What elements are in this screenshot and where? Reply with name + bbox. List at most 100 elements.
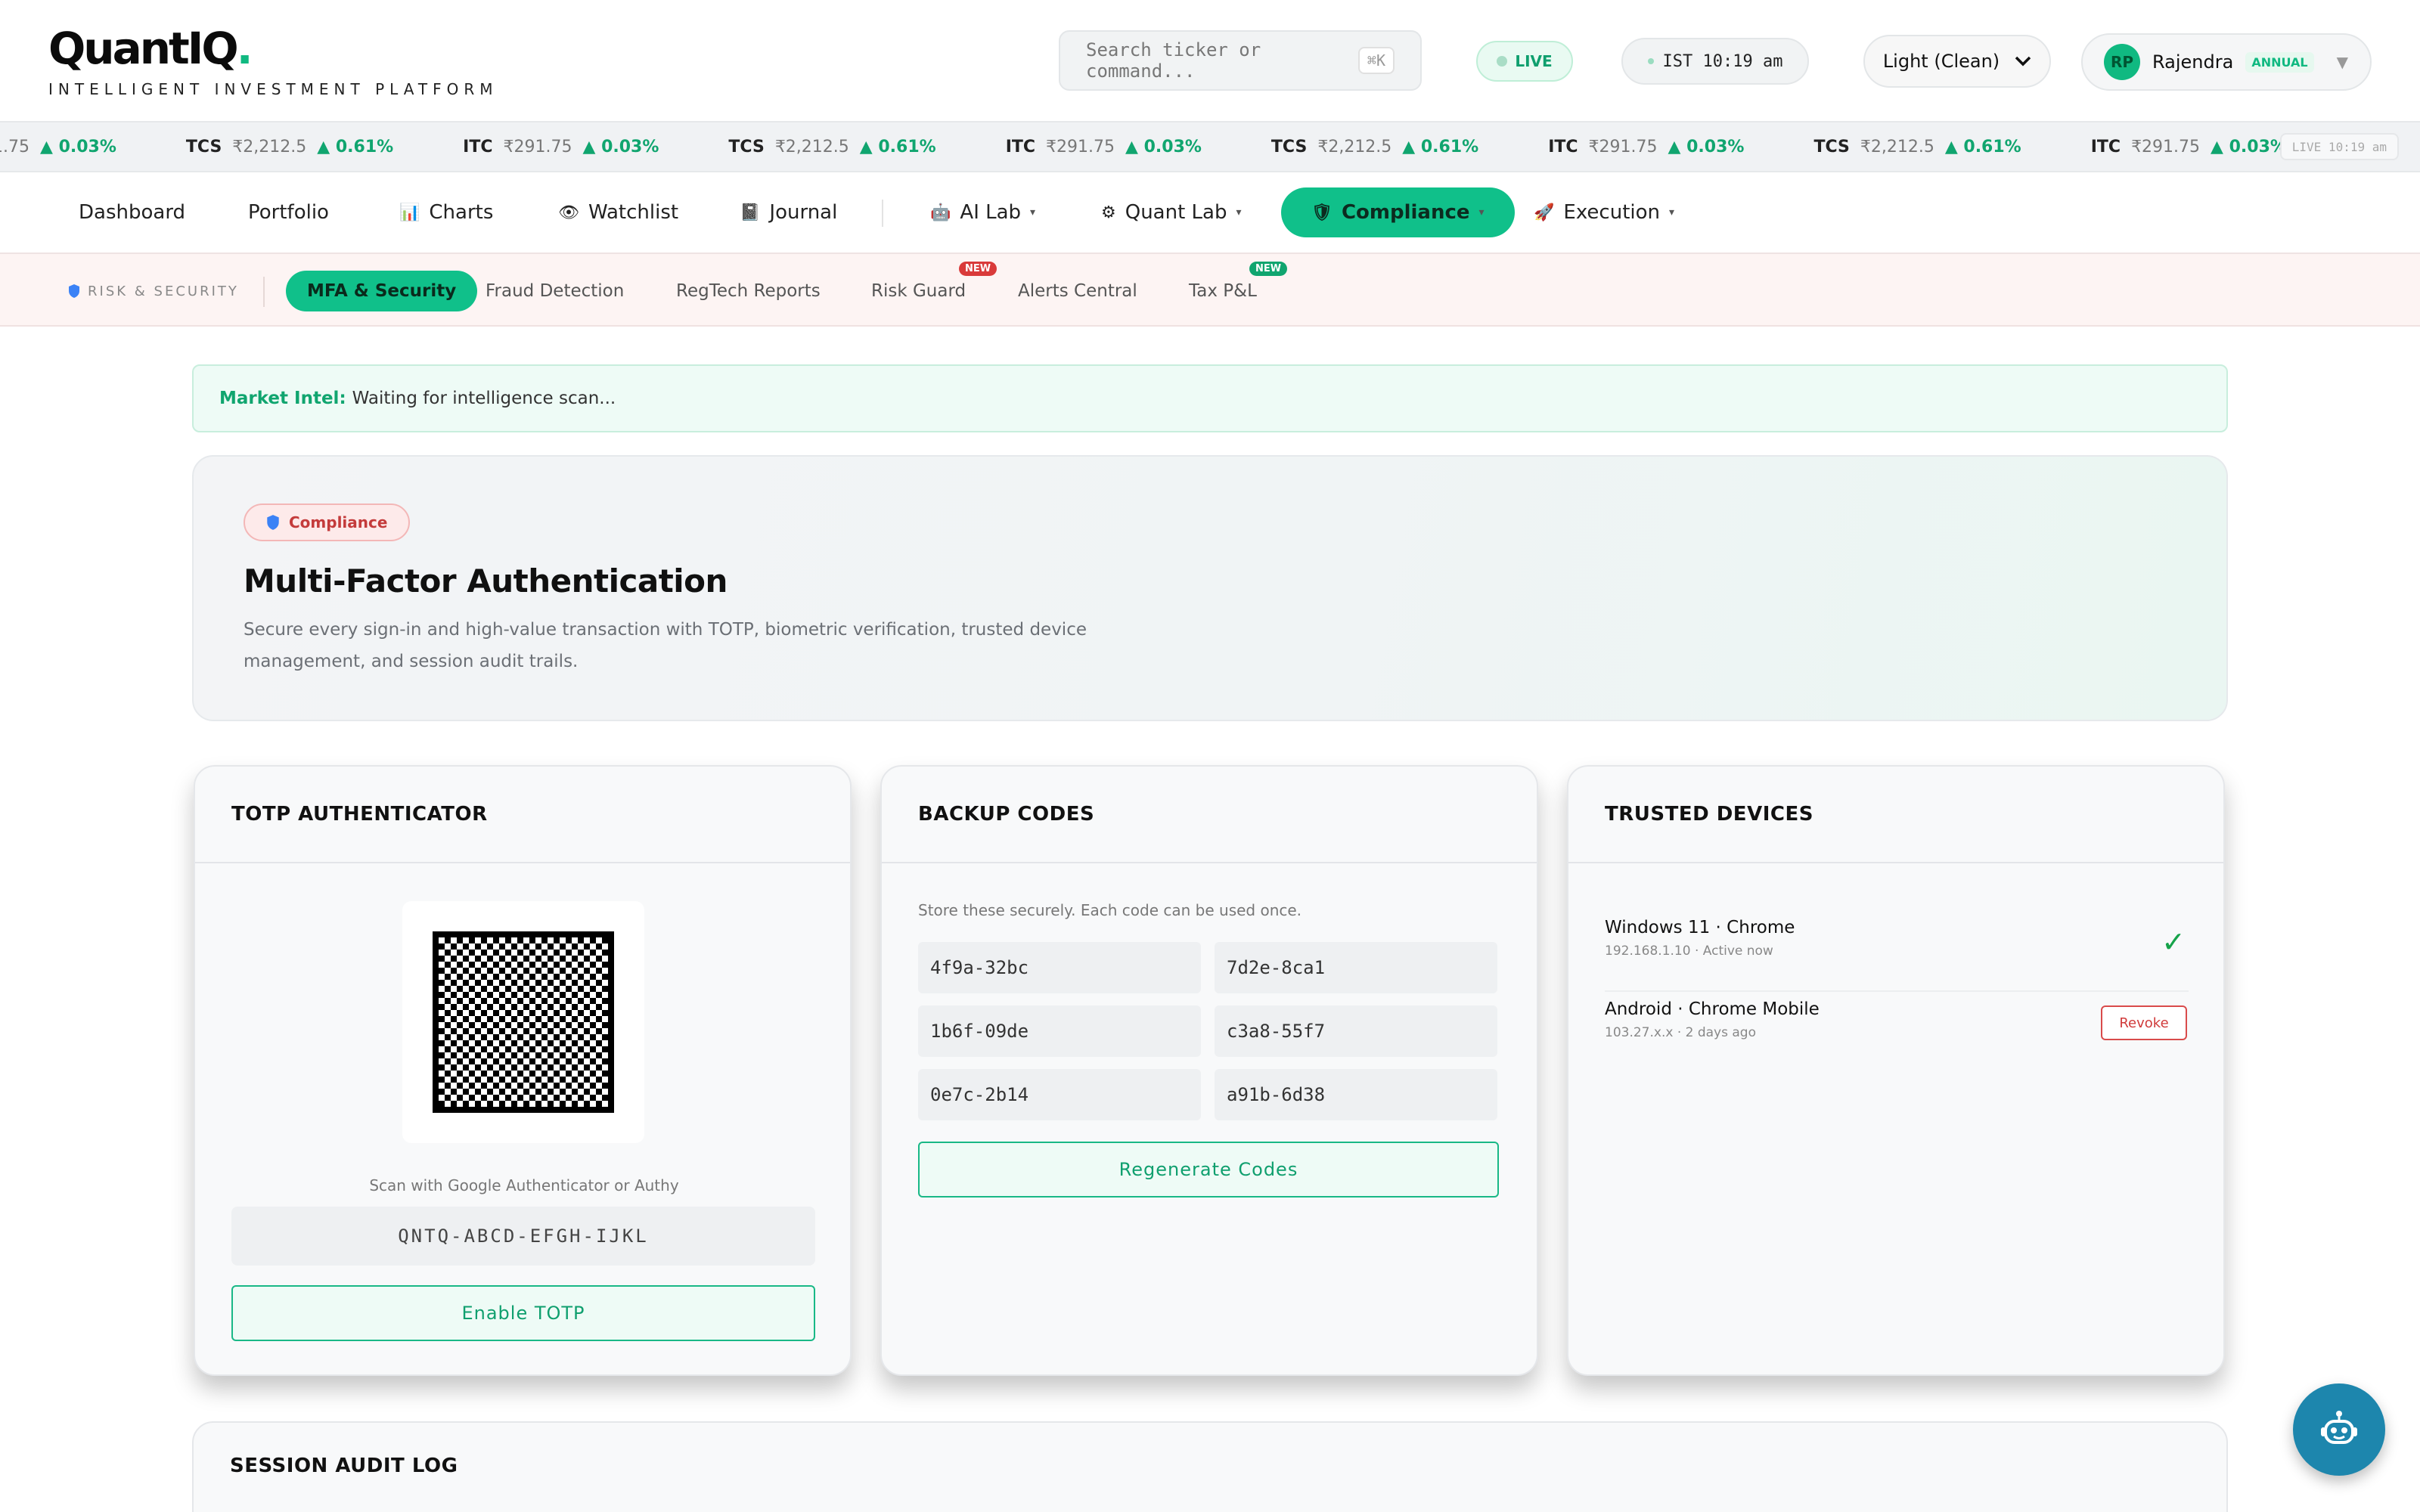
card-title: SESSION AUDIT LOG <box>230 1455 458 1477</box>
regenerate-codes-button[interactable]: Regenerate Codes <box>918 1142 1499 1198</box>
search-placeholder: Search ticker or command... <box>1086 39 1261 82</box>
chart-icon: 📊 <box>399 203 420 222</box>
ticker-item[interactable]: ITC ₹291.75 ▲ 0.03% <box>463 138 659 156</box>
caret-icon: ▾ <box>1478 206 1485 218</box>
rocket-icon: 🚀 <box>1534 203 1555 222</box>
nav-label: AI Lab <box>960 201 1022 224</box>
tab-regtech-reports[interactable]: RegTech Reports <box>676 271 821 311</box>
ticker-item[interactable]: ITC ₹291.75 ▲ 0.03% <box>1548 138 1744 156</box>
backup-code[interactable]: 4f9a-32bc <box>918 942 1201 993</box>
ticker-symbol: TCS <box>728 137 765 156</box>
ticker-item[interactable]: TCS ₹2,212.5 ▲ 0.61% <box>728 138 935 156</box>
tab-label: RegTech Reports <box>676 281 821 301</box>
ticker-change: ▲ 0.03% <box>1125 137 1202 156</box>
backup-code[interactable]: 1b6f-09de <box>918 1005 1201 1057</box>
backup-code[interactable]: a91b-6d38 <box>1215 1069 1497 1120</box>
backup-code[interactable]: 0e7c-2b14 <box>918 1069 1201 1120</box>
market-ticker: 91.75 ▲ 0.03% TCS ₹2,212.5 ▲ 0.61% ITC ₹291.75… <box>0 121 2420 172</box>
ticker-change: ▲ 0.03% <box>1668 137 1745 156</box>
card-title: TRUSTED DEVICES <box>1568 767 2223 863</box>
subnav-section-text: RISK & SECURITY <box>88 283 239 299</box>
nav-journal[interactable]: 📓 Journal <box>737 187 840 237</box>
nav-label: Quant Lab <box>1125 201 1227 224</box>
tab-label: Alerts Central <box>1018 281 1137 301</box>
theme-select[interactable]: Light (Clean) <box>1863 35 2051 88</box>
subnav-section-label: RISK & SECURITY <box>68 271 239 311</box>
nav-quant-lab[interactable]: ⚙ Quant Lab ▾ <box>1098 187 1245 237</box>
ticker-item[interactable]: ITC ₹291.75 ▲ 0.03% <box>2091 138 2287 156</box>
main-nav: Dashboard Portfolio 📊 Charts 👁 Watchlist 📓… <box>0 172 2420 254</box>
backup-code[interactable]: 7d2e-8ca1 <box>1215 942 1497 993</box>
gear-icon: ⚙ <box>1101 203 1116 222</box>
live-label: LIVE <box>1515 52 1553 70</box>
ticker-symbol: ITC <box>1548 137 1578 156</box>
totp-secret[interactable]: QNTQ-ABCD-EFGH-IJKL <box>231 1207 815 1266</box>
live-dot-icon <box>1497 56 1508 67</box>
nav-divider <box>882 200 883 227</box>
page-title: Multi-Factor Authentication <box>244 562 728 600</box>
ticker-change: ▲ 0.61% <box>1402 137 1479 156</box>
tab-label: MFA & Security <box>307 281 457 301</box>
theme-selected: Light (Clean) <box>1882 51 2000 72</box>
user-menu[interactable]: RP Rajendra ANNUAL ▼ <box>2081 33 2372 91</box>
ticker-live-stamp: LIVE 10:19 am <box>2279 133 2399 160</box>
ticker-price: ₹291.75 <box>503 137 572 156</box>
qr-code-icon <box>433 931 614 1113</box>
ticker-price: ₹291.75 <box>2131 137 2201 156</box>
tab-label: Risk Guard <box>871 281 966 301</box>
nav-label: Portfolio <box>248 201 329 224</box>
nav-label: Dashboard <box>79 201 186 224</box>
nav-dashboard[interactable]: Dashboard <box>76 187 188 237</box>
nav-ai-lab[interactable]: 🤖 AI Lab ▾ <box>927 187 1038 237</box>
user-name: Rajendra <box>2152 51 2234 73</box>
nav-label: Compliance <box>1341 201 1470 224</box>
assistant-fab[interactable] <box>2293 1383 2385 1476</box>
tab-tax-pnl[interactable]: Tax P&L NEW <box>1189 262 1288 311</box>
ticker-symbol: TCS <box>185 137 222 156</box>
ticker-price: ₹2,212.5 <box>1860 137 1934 156</box>
ticker-item[interactable]: ITC ₹291.75 ▲ 0.03% <box>1006 138 1202 156</box>
nav-compliance[interactable]: 🛡 Compliance ▾ <box>1281 187 1515 237</box>
device-name: Windows 11 · Chrome <box>1605 918 1795 937</box>
search-shortcut: ⌘K <box>1357 47 1395 74</box>
ticker-price: ₹2,212.5 <box>774 137 849 156</box>
intel-text: Waiting for intelligence scan... <box>352 389 616 408</box>
divider <box>1605 990 2189 992</box>
app-header: QuantIQ. INTELLIGENT INVESTMENT PLATFORM… <box>0 0 2420 121</box>
tab-label: Tax P&L <box>1189 281 1257 301</box>
ticker-item[interactable]: TCS ₹2,212.5 ▲ 0.61% <box>1813 138 2021 156</box>
tab-risk-guard[interactable]: Risk Guard NEW <box>871 262 997 311</box>
ticker-price: ₹2,212.5 <box>232 137 307 156</box>
nav-execution[interactable]: 🚀 Execution ▾ <box>1531 187 1677 237</box>
page-hero: Compliance Multi-Factor Authentication S… <box>192 455 2228 721</box>
enable-totp-button[interactable]: Enable TOTP <box>231 1285 815 1341</box>
card-title: TOTP AUTHENTICATOR <box>195 767 850 863</box>
qr-caption: Scan with Google Authenticator or Authy <box>369 1176 679 1194</box>
search-input[interactable]: Search ticker or command... ⌘K <box>1059 30 1422 91</box>
chevron-down-icon <box>2015 56 2031 67</box>
shield-icon <box>69 284 79 298</box>
clock-text: IST 10:19 am <box>1662 51 1783 71</box>
trusted-devices-card: TRUSTED DEVICES Windows 11 · Chrome 192.… <box>1567 765 2225 1376</box>
tab-alerts-central[interactable]: Alerts Central <box>1018 271 1137 311</box>
check-icon: ✓ <box>2161 925 2186 959</box>
nav-label: Journal <box>769 201 838 224</box>
backup-code[interactable]: c3a8-55f7 <box>1215 1005 1497 1057</box>
nav-watchlist[interactable]: 👁 Watchlist <box>555 187 681 237</box>
nav-charts[interactable]: 📊 Charts <box>396 187 496 237</box>
ticker-change: ▲ 0.61% <box>1944 137 2021 156</box>
ticker-item[interactable]: 91.75 ▲ 0.03% <box>0 138 116 156</box>
brand-logo[interactable]: QuantIQ. <box>48 23 253 74</box>
nav-portfolio[interactable]: Portfolio <box>245 187 332 237</box>
pill-label: Compliance <box>289 513 388 531</box>
ticker-item[interactable]: TCS ₹2,212.5 ▲ 0.61% <box>186 138 393 156</box>
new-badge: NEW <box>1249 262 1288 276</box>
caret-icon: ▾ <box>1669 206 1675 218</box>
tab-fraud-detection[interactable]: Fraud Detection <box>486 271 624 311</box>
ticker-item[interactable]: TCS ₹2,212.5 ▲ 0.61% <box>1271 138 1478 156</box>
ticker-price: 91.75 <box>0 137 29 156</box>
ticker-track: 91.75 ▲ 0.03% TCS ₹2,212.5 ▲ 0.61% ITC ₹291.75… <box>0 122 2356 171</box>
tab-mfa-security[interactable]: MFA & Security <box>286 271 478 311</box>
revoke-button[interactable]: Revoke <box>2101 1005 2187 1040</box>
page-description: Secure every sign-in and high-value tran… <box>244 620 1087 671</box>
